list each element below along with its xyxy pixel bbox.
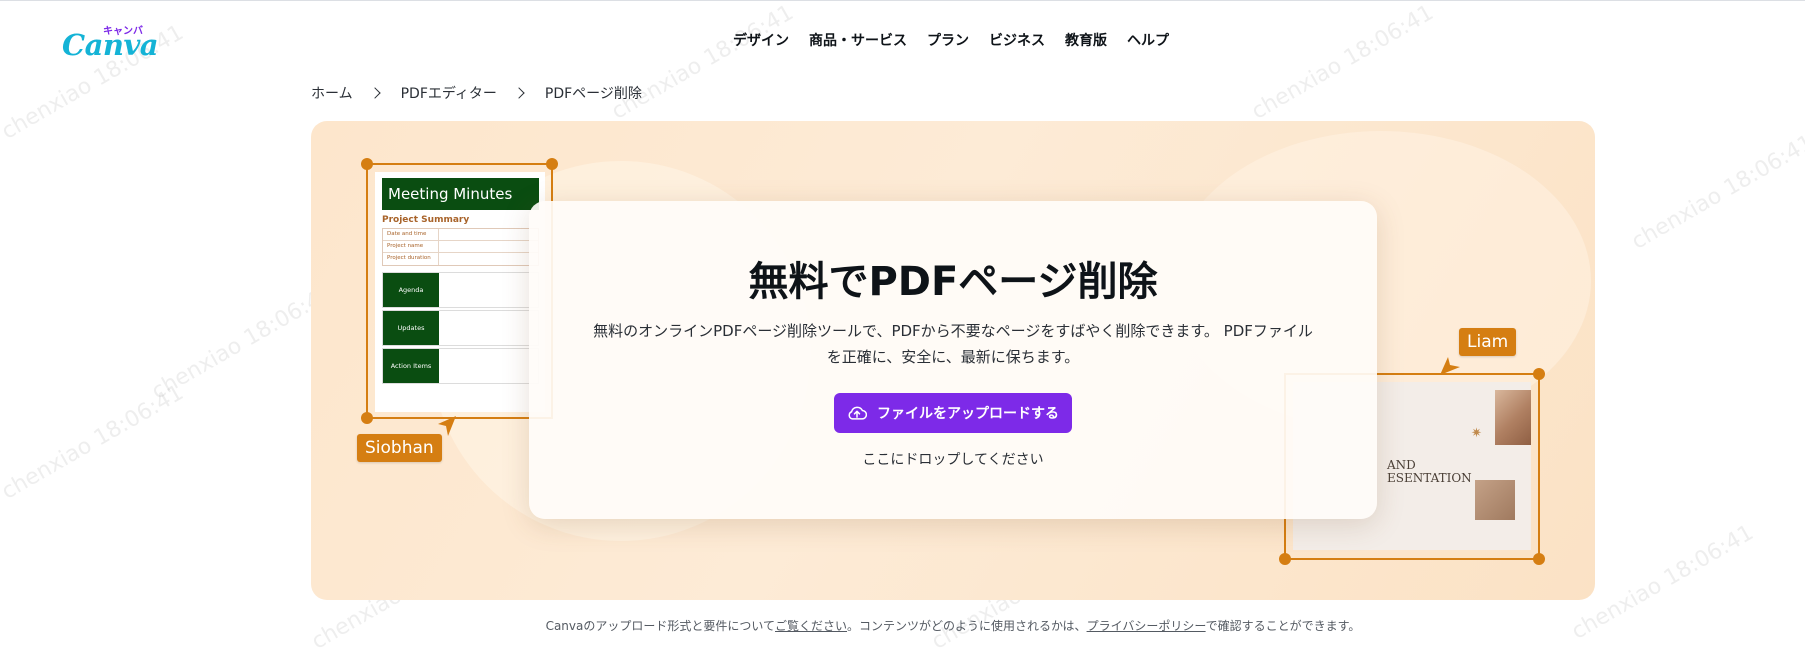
nav-item-business[interactable]: ビジネス (989, 30, 1045, 50)
upload-file-button[interactable]: ファイルをアップロードする (834, 393, 1072, 433)
breadcrumb-current: PDFページ削除 (544, 86, 642, 102)
doc-block-label: Updates (383, 311, 439, 345)
presentation-text: AND (1387, 458, 1416, 472)
chevron-right-icon (368, 87, 381, 99)
collaborator-tag-siobhan: Siobhan (357, 434, 442, 462)
watermark: chenxiao 18:06:41 (1627, 130, 1805, 255)
table-cell: Project duration (383, 253, 439, 265)
watermark: chenxiao 18:06:41 (607, 0, 798, 125)
footnote-text: で確認することができます。 (1205, 619, 1361, 633)
footnote-text: Canvaのアップロード形式と要件について (545, 619, 776, 633)
nav-item-products[interactable]: 商品・サービス (809, 30, 907, 50)
photo-thumbnail (1495, 390, 1531, 445)
table-cell: Date and time (383, 229, 439, 240)
watermark: chenxiao 18:06:41 (0, 380, 188, 505)
top-border (0, 0, 1805, 1)
cursor-arrow-icon (1440, 357, 1460, 375)
footnote: Canvaのアップロード形式と要件についてご覧ください。コンテンツがどのように使… (311, 617, 1595, 634)
document-preview-frame: Meeting Minutes Project Summary Date and… (361, 158, 558, 424)
doc-block: Action Items (382, 348, 539, 384)
chevron-right-icon (513, 87, 525, 99)
resize-handle (361, 158, 373, 170)
photo-thumbnail (1475, 480, 1515, 520)
watermark: chenxiao 18:06:41 (1567, 520, 1758, 645)
canva-logo[interactable]: キャンバ Canva (62, 22, 159, 62)
logo-wordmark: Canva (62, 28, 159, 62)
watermark: chenxiao 18:06:41 (147, 280, 338, 405)
doc-block-label: Agenda (383, 273, 439, 307)
table-cell: Project name (383, 241, 439, 252)
resize-handle (546, 158, 558, 170)
page-title: 無料でPDFページ削除 (748, 259, 1158, 305)
upload-requirements-link[interactable]: ご覧ください (775, 619, 847, 633)
nav-item-education[interactable]: 教育版 (1065, 30, 1107, 50)
page-description: 無料のオンラインPDFページ削除ツールで、PDFから不要なページをすばやく削除で… (593, 322, 1313, 366)
nav-item-plans[interactable]: プラン (927, 30, 969, 50)
table-row: Project name (383, 241, 538, 253)
document-preview: Meeting Minutes Project Summary Date and… (375, 172, 545, 412)
breadcrumb-pdf-editor[interactable]: PDFエディター (401, 83, 497, 103)
doc-title: Meeting Minutes (382, 178, 539, 210)
doc-summary-table: Date and time Project name Project durat… (382, 228, 539, 266)
presentation-text: ESENTATION (1387, 471, 1472, 485)
drop-zone-hint: ここにドロップしてください (862, 452, 1044, 468)
resize-handle (1279, 553, 1291, 565)
table-row: Date and time (383, 229, 538, 241)
collaborator-tag-liam: Liam (1459, 328, 1517, 356)
hero-banner: Meeting Minutes Project Summary Date and… (311, 121, 1595, 600)
doc-block-label: Action Items (383, 349, 439, 383)
privacy-policy-link[interactable]: プライバシーポリシー (1087, 619, 1206, 633)
resize-handle (1533, 368, 1545, 380)
doc-block: Agenda (382, 272, 539, 308)
resize-handle (361, 412, 373, 424)
table-row: Project duration (383, 253, 538, 265)
nav-item-help[interactable]: ヘルプ (1127, 30, 1169, 50)
cloud-upload-icon (848, 406, 867, 420)
doc-subtitle: Project Summary (382, 215, 470, 225)
resize-handle (1533, 553, 1545, 565)
breadcrumb-home[interactable]: ホーム (311, 83, 353, 103)
sparkle-icon: ✷ (1471, 426, 1482, 441)
main-nav: デザイン 商品・サービス プラン ビジネス 教育版 ヘルプ (733, 30, 1189, 50)
footnote-text: 。コンテンツがどのように使用されるかは、 (847, 619, 1087, 633)
watermark: chenxiao 18:06:41 (1247, 0, 1438, 125)
upload-file-label: ファイルをアップロードする (877, 406, 1059, 422)
upload-card: 無料でPDFページ削除 無料のオンラインPDFページ削除ツールで、PDFから不要… (529, 201, 1377, 519)
doc-block: Updates (382, 310, 539, 346)
breadcrumb: ホーム PDFエディター PDFページ削除 (311, 83, 642, 103)
nav-item-design[interactable]: デザイン (733, 30, 789, 50)
